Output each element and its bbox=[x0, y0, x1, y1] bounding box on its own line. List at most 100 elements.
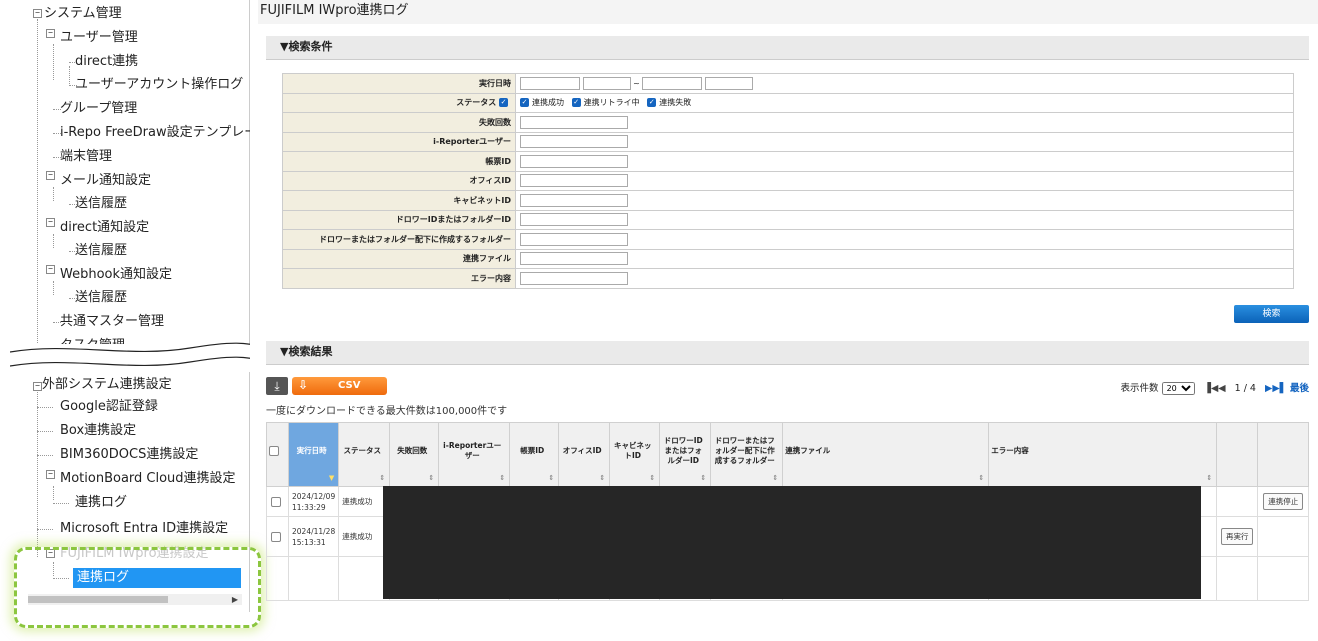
error-input[interactable] bbox=[520, 271, 628, 285]
date-to-input[interactable] bbox=[642, 76, 703, 90]
col-drawer-id[interactable]: ドロワーIDまたはフォルダーID ⇕ bbox=[659, 422, 712, 487]
highlight-annotation bbox=[14, 547, 261, 628]
row-time: 15:13:31 bbox=[292, 537, 326, 547]
tree-item-account-log[interactable]: ユーザーアカウント操作ログ bbox=[75, 75, 243, 95]
col-status[interactable]: ステータス ⇕ bbox=[338, 422, 391, 487]
cabinet-id-input[interactable] bbox=[520, 193, 628, 207]
download-icon: ⇩ bbox=[298, 378, 309, 392]
rerun-button[interactable]: 再実行 bbox=[1220, 528, 1254, 545]
collapse-icon[interactable]: − bbox=[46, 470, 55, 479]
sort-icon: ⇕ bbox=[599, 474, 606, 482]
label-office-id: オフィスID bbox=[282, 170, 516, 191]
row-date: 2024/11/28 bbox=[292, 526, 336, 536]
office-id-input[interactable] bbox=[520, 174, 628, 188]
tree-item-external[interactable]: 外部システム連携設定 bbox=[42, 375, 172, 395]
select-all-checkbox[interactable] bbox=[269, 445, 279, 456]
tree-item-user-mgmt[interactable]: ユーザー管理 bbox=[60, 28, 138, 48]
col-exec-date-label: 実行日時 bbox=[296, 445, 327, 455]
page-indicator: 1 / 4 bbox=[1234, 383, 1256, 394]
sort-desc-icon: ▼ bbox=[328, 474, 335, 482]
tree-item-webhook[interactable]: Webhook通知設定 bbox=[60, 265, 172, 285]
sort-icon: ⇕ bbox=[548, 474, 555, 482]
tree-item-freedraw[interactable]: i-Repo FreeDraw設定テンプレー bbox=[60, 123, 250, 143]
label-status: ステータス ✓ bbox=[282, 92, 516, 113]
tree-item-group[interactable]: グループ管理 bbox=[60, 99, 137, 119]
tree-item-motionboard-log[interactable]: 連携ログ bbox=[75, 493, 127, 513]
column-settings-icon[interactable]: ⤓ bbox=[266, 377, 288, 395]
col-drawer-folder[interactable]: ドロワーまたはフォルダー配下に作成するフォルダー ⇕ bbox=[710, 422, 784, 487]
collapse-icon[interactable]: − bbox=[46, 171, 55, 180]
label-exec-date: 実行日時 bbox=[282, 73, 516, 94]
tree-item-box[interactable]: Box連携設定 bbox=[60, 421, 136, 441]
collapse-icon[interactable]: − bbox=[33, 382, 42, 391]
label-sheet-id: 帳票ID bbox=[282, 151, 516, 172]
label-user: i-Reporterユーザー bbox=[282, 131, 516, 152]
tree-item-webhook-history[interactable]: 送信履歴 bbox=[75, 288, 127, 308]
status-failed-checkbox[interactable]: ✓ bbox=[647, 98, 657, 108]
tree-item-direct-notify[interactable]: direct通知設定 bbox=[60, 218, 149, 238]
navigation-tree: − システム管理 − ユーザー管理 direct連携 ユーザーアカウント操作ログ… bbox=[0, 0, 250, 641]
col-exec-date[interactable]: 実行日時 ▼ bbox=[287, 422, 340, 487]
col-file[interactable]: 連携ファイル ⇕ bbox=[782, 422, 990, 487]
collapse-icon[interactable]: − bbox=[33, 9, 42, 18]
tree-item-mail[interactable]: メール通知設定 bbox=[60, 171, 151, 191]
drawer-id-input[interactable] bbox=[520, 213, 628, 227]
search-conditions-table: 実行日時 ~ ステータス ✓ ✓ 連携成功 ✓ 連携リトライ中 ✓ 連携失敗 失敗回数… bbox=[282, 73, 1294, 289]
tree-item-direct[interactable]: direct連携 bbox=[75, 52, 138, 72]
col-error[interactable]: エラー内容 ⇕ bbox=[988, 422, 1218, 487]
tree-item-mail-history[interactable]: 送信履歴 bbox=[75, 194, 127, 214]
col-action-1 bbox=[1216, 422, 1259, 487]
tree-item-device[interactable]: 端末管理 bbox=[60, 147, 112, 167]
file-input[interactable] bbox=[520, 252, 628, 266]
sheet-id-input[interactable] bbox=[520, 154, 628, 168]
collapse-icon[interactable]: − bbox=[46, 265, 55, 274]
col-cabinet-id-label: キャビネットID bbox=[613, 440, 652, 460]
search-conditions-header[interactable]: ▼検索条件 bbox=[266, 36, 1309, 60]
csv-download-button[interactable]: ⇩ CSV bbox=[292, 377, 387, 395]
row-date: 2024/12/09 bbox=[292, 491, 336, 501]
select-all-header bbox=[266, 422, 289, 487]
col-office-id[interactable]: オフィスID ⇕ bbox=[558, 422, 611, 487]
tree-item-system[interactable]: システム管理 bbox=[44, 4, 122, 24]
sort-icon: ⇕ bbox=[428, 474, 435, 482]
status-retry-checkbox[interactable]: ✓ bbox=[571, 98, 581, 108]
search-button[interactable]: 検索 bbox=[1234, 305, 1309, 323]
label-failures: 失敗回数 bbox=[282, 112, 516, 133]
date-from-input[interactable] bbox=[520, 76, 580, 90]
page-size-select[interactable]: 20 bbox=[1161, 382, 1195, 395]
status-all-checkbox[interactable]: ✓ bbox=[499, 98, 508, 108]
time-to-input[interactable] bbox=[704, 76, 753, 90]
sort-icon: ⇕ bbox=[499, 474, 506, 482]
col-sheet-id[interactable]: 帳票ID ⇕ bbox=[509, 422, 560, 487]
label-file: 連携ファイル bbox=[282, 248, 516, 269]
csv-label: CSV bbox=[338, 380, 361, 391]
col-sheet-id-label: 帳票ID bbox=[520, 445, 545, 455]
col-office-id-label: オフィスID bbox=[562, 445, 602, 455]
tree-item-google[interactable]: Google認証登録 bbox=[60, 397, 158, 417]
collapse-icon[interactable]: − bbox=[46, 218, 55, 227]
col-user[interactable]: i-Reporterユーザー ⇕ bbox=[438, 422, 511, 487]
tree-item-entra[interactable]: Microsoft Entra ID連携設定 bbox=[60, 519, 228, 539]
row-checkbox[interactable] bbox=[271, 497, 281, 507]
status-success-checkbox[interactable]: ✓ bbox=[520, 98, 529, 108]
row-checkbox[interactable] bbox=[271, 532, 281, 542]
tree-item-master[interactable]: 共通マスター管理 bbox=[60, 312, 164, 332]
label-cabinet-id: キャビネットID bbox=[282, 190, 516, 211]
failures-input[interactable] bbox=[520, 115, 628, 129]
col-cabinet-id[interactable]: キャビネットID ⇕ bbox=[609, 422, 661, 487]
stop-sync-button[interactable]: 連携停止 bbox=[1263, 493, 1304, 510]
col-drawer-folder-label: ドロワーまたはフォルダー配下に作成するフォルダー bbox=[714, 435, 775, 465]
collapse-icon[interactable]: − bbox=[46, 29, 55, 38]
last-page-link[interactable]: 最後 bbox=[1290, 383, 1309, 394]
search-results-header[interactable]: ▼検索結果 bbox=[266, 341, 1309, 365]
time-from-input[interactable] bbox=[582, 76, 631, 90]
tree-item-direct-history[interactable]: 送信履歴 bbox=[75, 241, 127, 261]
tilde-separator: ~ bbox=[633, 78, 640, 88]
col-failures[interactable]: 失敗回数 ⇕ bbox=[389, 422, 440, 487]
tree-item-motionboard[interactable]: MotionBoard Cloud連携設定 bbox=[60, 469, 236, 489]
first-page-icon[interactable]: ▐◀◀ bbox=[1204, 383, 1226, 394]
tree-item-bim360[interactable]: BIM360DOCS連携設定 bbox=[60, 445, 198, 465]
user-input[interactable] bbox=[520, 135, 628, 149]
next-page-icon[interactable]: ▶▶▌ bbox=[1265, 383, 1287, 394]
drawer-folder-input[interactable] bbox=[520, 232, 628, 246]
